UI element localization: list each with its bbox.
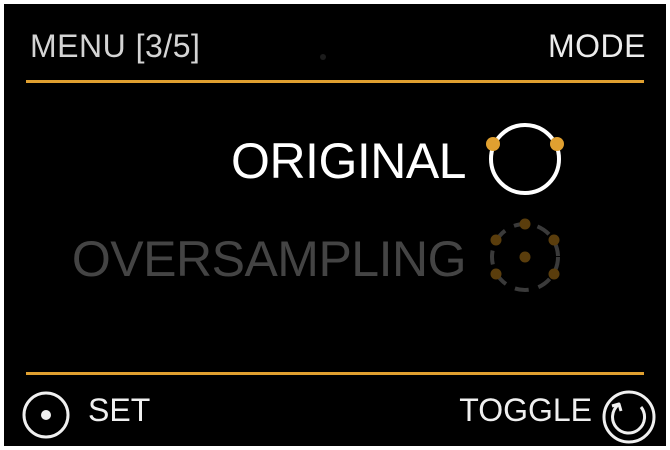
option-oversampling[interactable]: OVERSAMPLING — [72, 230, 467, 288]
rotate-knob-icon[interactable] — [598, 386, 660, 446]
device-screen: MENU [3/5] MODE ORIGINAL OVERSAMPLING SE… — [4, 4, 666, 446]
screen-artifact-dot — [320, 54, 326, 60]
press-button-icon[interactable] — [18, 387, 74, 443]
toggle-label: TOGGLE — [459, 392, 592, 428]
set-label: SET — [88, 392, 151, 428]
option-original[interactable]: ORIGINAL — [231, 132, 466, 190]
ring-two-dots-icon — [486, 123, 564, 195]
header-divider — [26, 80, 644, 83]
dotted-ring-icon — [490, 218, 560, 292]
menu-title: MENU [3/5] — [30, 28, 201, 64]
mode-label: MODE — [548, 28, 646, 64]
footer-divider — [26, 372, 644, 375]
